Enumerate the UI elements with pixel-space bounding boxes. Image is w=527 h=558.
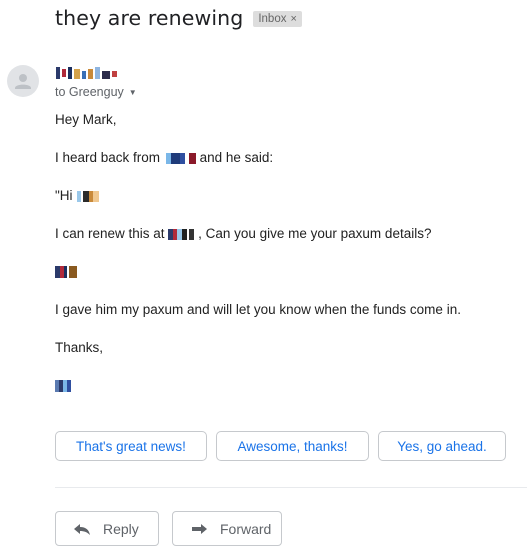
redacted-price	[168, 228, 195, 240]
inbox-label-text: Inbox	[258, 13, 287, 25]
body-line-2-pre: "Hi	[55, 188, 73, 203]
reply-actions: Reply Forward	[55, 511, 282, 546]
body-line-3: I can renew this at , Can you give me yo…	[55, 226, 431, 241]
smart-reply-button[interactable]: Yes, go ahead.	[378, 431, 506, 461]
chevron-down-icon[interactable]: ▼	[129, 88, 137, 97]
body-line-1: I heard back from and he said:	[55, 150, 273, 165]
reply-button[interactable]: Reply	[55, 511, 159, 546]
body-line-1-post: and he said:	[199, 150, 274, 165]
smart-reply-button[interactable]: Awesome, thanks!	[216, 431, 369, 461]
inbox-label[interactable]: Inbox ×	[253, 11, 302, 27]
body-line-1-pre: I heard back from	[55, 150, 161, 165]
redacted-signature-2	[55, 380, 71, 393]
forward-icon	[192, 523, 207, 534]
body-signature	[55, 378, 71, 393]
forward-label: Forward	[220, 520, 272, 537]
body-line-4	[55, 264, 77, 279]
smart-reply-button[interactable]: That's great news!	[55, 431, 207, 461]
recipient-line[interactable]: to Greenguy ▼	[55, 85, 137, 99]
body-greeting: Hey Mark,	[55, 112, 117, 127]
sender-name-redacted[interactable]	[56, 67, 117, 79]
subject-row: they are renewing Inbox ×	[55, 6, 302, 30]
body-thanks: Thanks,	[55, 340, 104, 355]
body-line-2: "Hi	[55, 188, 100, 203]
remove-label-icon[interactable]: ×	[290, 13, 296, 25]
redacted-name-1	[165, 152, 196, 164]
redacted-name-2	[77, 190, 100, 202]
sender-avatar[interactable]	[7, 65, 39, 97]
divider	[55, 487, 527, 488]
person-icon	[15, 74, 31, 89]
recipient-text: to Greenguy	[55, 85, 124, 99]
redacted-signature-1	[55, 266, 77, 279]
smart-replies: That's great news! Awesome, thanks! Yes,…	[55, 431, 506, 461]
body-line-3-pre: I can renew this at	[55, 226, 165, 241]
body-line-5: I gave him my paxum and will let you kno…	[55, 302, 461, 317]
body-line-3-post: , Can you give me your paxum details?	[198, 226, 432, 241]
forward-button[interactable]: Forward	[172, 511, 282, 546]
email-view: they are renewing Inbox × to Greenguy ▼ …	[0, 0, 527, 558]
reply-label: Reply	[103, 520, 139, 537]
email-subject: they are renewing	[55, 6, 244, 30]
reply-icon	[74, 523, 90, 535]
